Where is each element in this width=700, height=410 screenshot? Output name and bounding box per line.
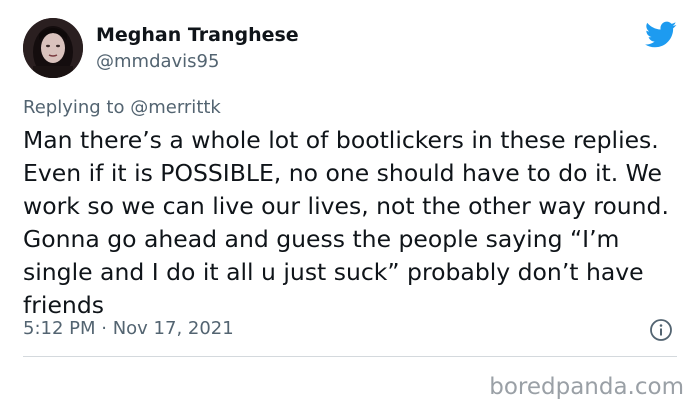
author-display-name[interactable]: Meghan Tranghese xyxy=(96,23,299,47)
tweet-timestamp[interactable]: 5:12 PM · Nov 17, 2021 xyxy=(23,318,234,340)
tweet-body: Man there’s a whole lot of bootlickers i… xyxy=(23,126,669,319)
tweet-card: Meghan Tranghese @mmdavis95 Replying to … xyxy=(0,0,700,410)
avatar[interactable] xyxy=(23,18,83,78)
divider xyxy=(23,356,677,357)
avatar-image xyxy=(23,18,83,78)
reply-mention-link[interactable]: @merrittk xyxy=(130,97,221,118)
replying-to-line: Replying to @merrittk xyxy=(23,97,221,119)
info-icon[interactable] xyxy=(649,318,673,342)
replying-to-label: Replying to xyxy=(23,97,125,118)
author-handle[interactable]: @mmdavis95 xyxy=(96,51,219,73)
twitter-bird-svg xyxy=(645,21,677,48)
twitter-bird-icon[interactable] xyxy=(645,21,677,49)
info-icon-svg xyxy=(650,319,672,341)
watermark-text: boredpanda.com xyxy=(489,374,684,400)
